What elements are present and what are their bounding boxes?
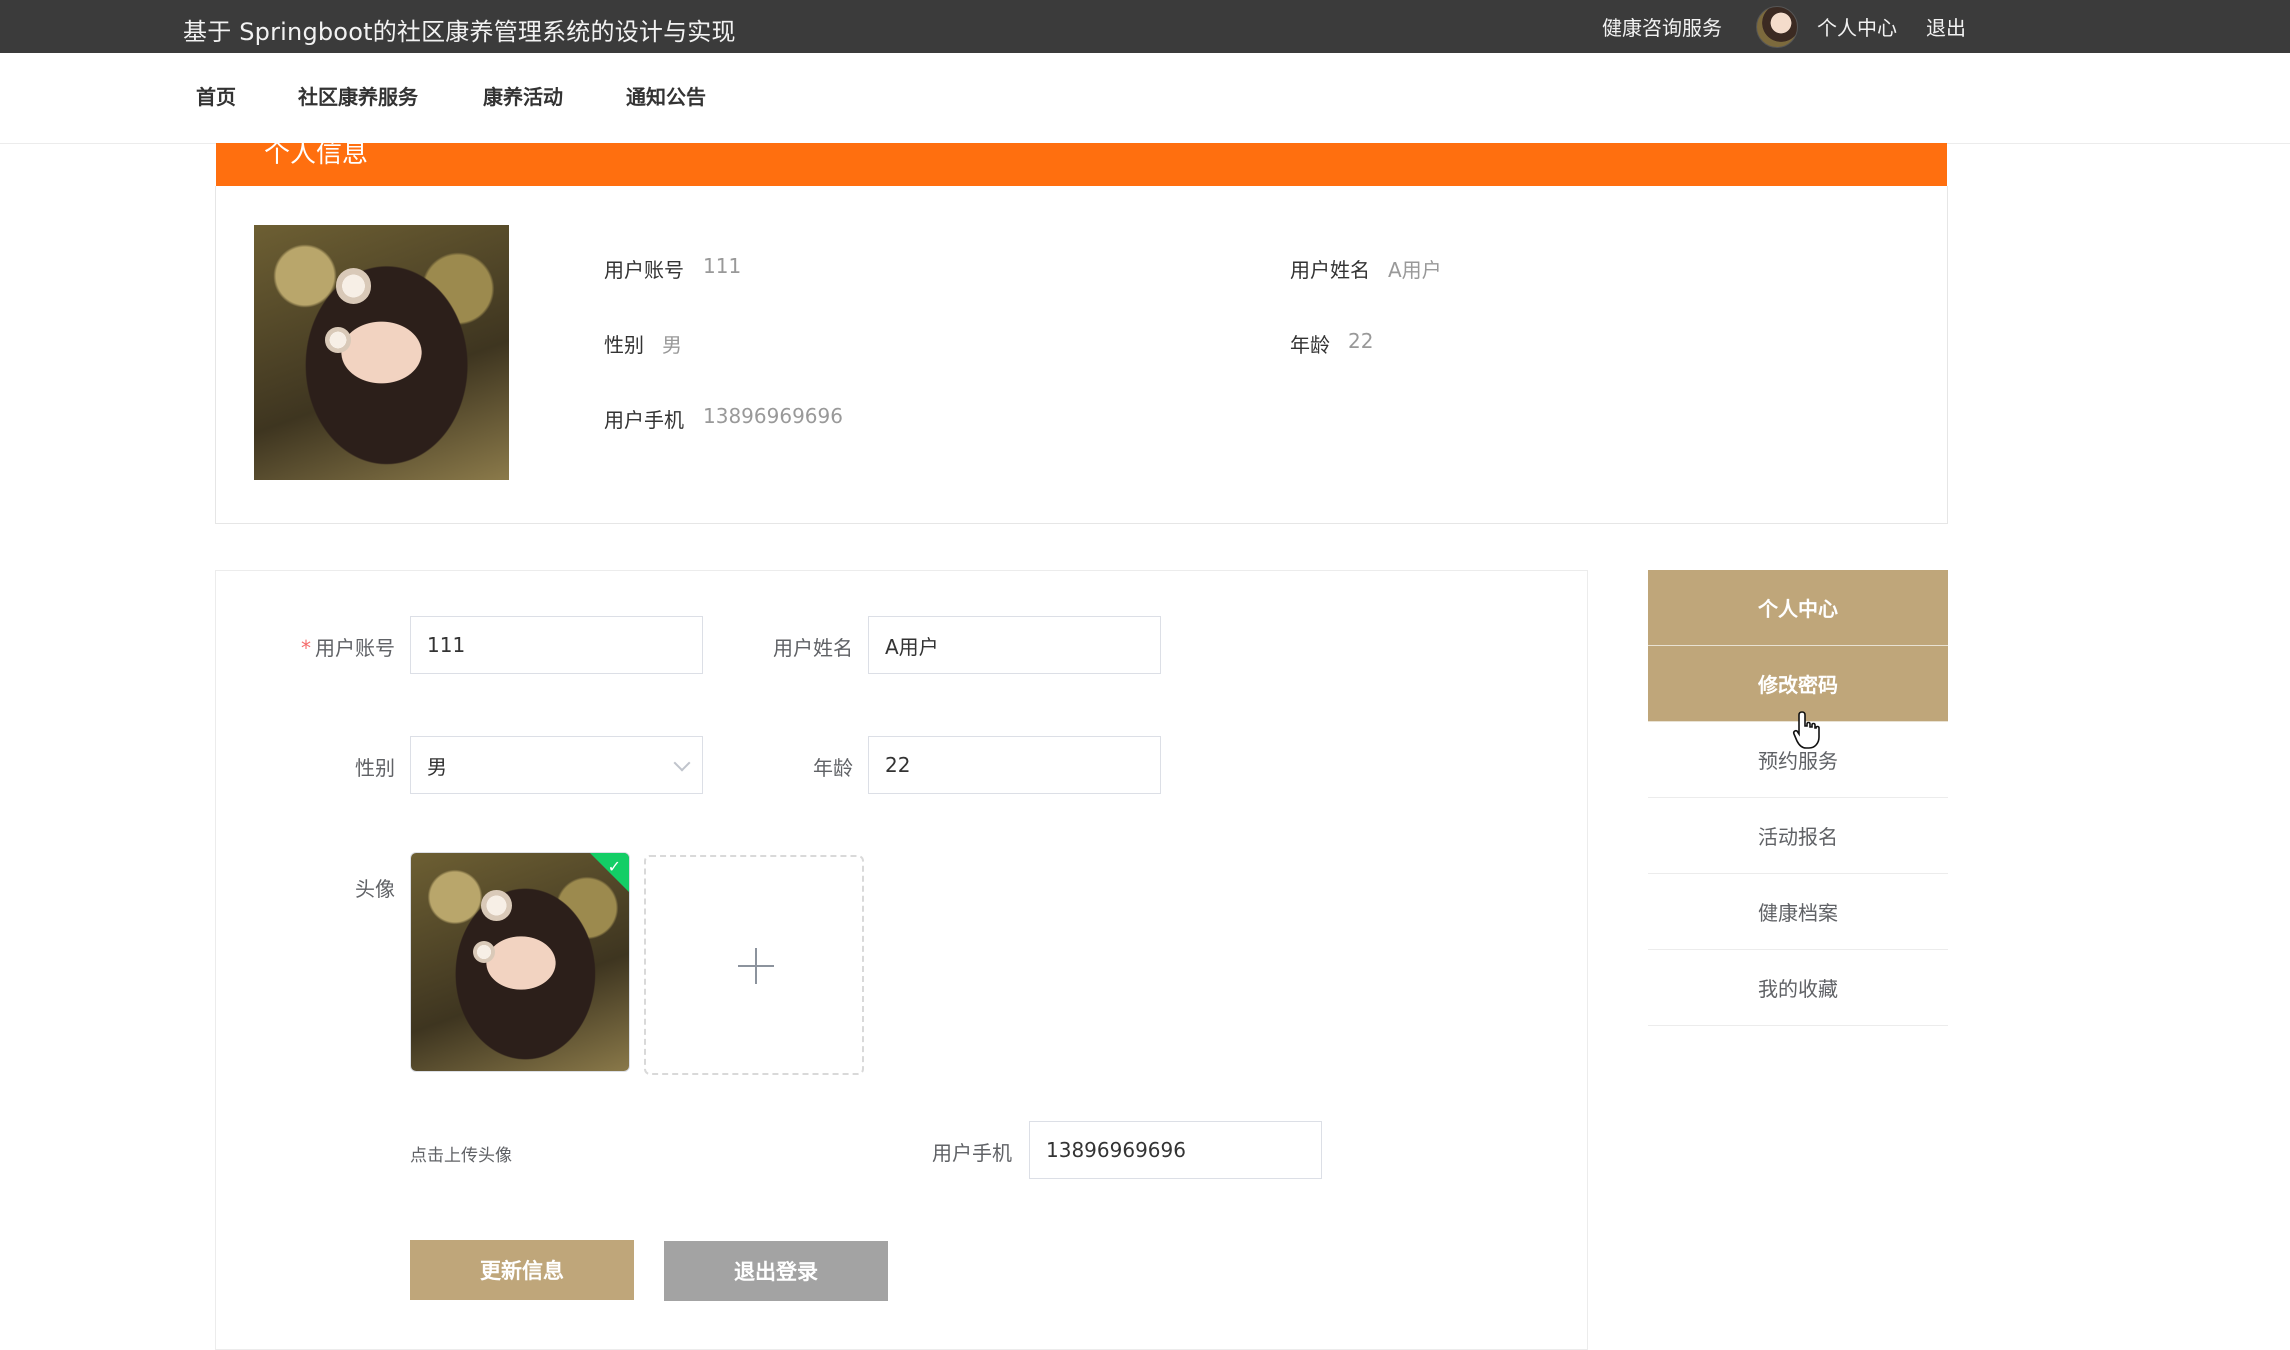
form-avatar-label: 头像: [355, 877, 395, 901]
main-nav: 首页 社区康养服务 康养活动 通知公告: [0, 53, 2290, 144]
form-account-label-text: 用户账号: [315, 636, 395, 660]
side-item-favorites[interactable]: 我的收藏: [1648, 950, 1948, 1026]
info-card: 用户账号 111 用户姓名 A用户 性别 男 年龄 22 用户手机 138969…: [215, 186, 1948, 524]
logout-link[interactable]: 退出: [1926, 12, 1966, 41]
avatar-upload-button[interactable]: [644, 855, 864, 1075]
age-input[interactable]: 22: [868, 736, 1161, 794]
nav-item-notices[interactable]: 通知公告: [626, 81, 706, 110]
account-input[interactable]: 111: [410, 616, 703, 674]
info-section-header: 个人信息: [216, 139, 1947, 186]
info-gender-value: 男: [662, 333, 682, 357]
user-avatar[interactable]: [1756, 5, 1798, 48]
form-name-label: 用户姓名: [773, 636, 853, 660]
plus-icon: [755, 948, 757, 984]
info-account-label: 用户账号: [604, 258, 684, 282]
info-age-label: 年龄: [1290, 333, 1330, 357]
side-item-profile[interactable]: 个人中心: [1648, 570, 1948, 646]
info-phone-value: 13896969696: [703, 404, 843, 428]
health-consult-link[interactable]: 健康咨询服务: [1602, 12, 1722, 41]
site-title: 基于 Springboot的社区康养管理系统的设计与实现: [183, 18, 736, 46]
check-icon: ✓: [607, 857, 621, 876]
logout-button[interactable]: 退出登录: [664, 1241, 888, 1301]
form-gender-label: 性别: [355, 756, 395, 780]
info-phone-label: 用户手机: [604, 408, 684, 432]
info-age-value: 22: [1348, 329, 1374, 353]
update-info-button[interactable]: 更新信息: [410, 1240, 634, 1300]
uploaded-avatar-thumbnail[interactable]: ✓: [410, 852, 630, 1072]
upload-tip: 点击上传头像: [410, 1146, 512, 1166]
side-item-health-record[interactable]: 健康档案: [1648, 874, 1948, 950]
photo-flower: [325, 327, 351, 353]
info-account-value: 111: [703, 254, 742, 278]
required-mark: *: [301, 636, 311, 660]
hand-pointer-icon: [1792, 711, 1820, 749]
photo-flower: [481, 890, 513, 922]
form-phone-label: 用户手机: [932, 1141, 1012, 1165]
top-bar: 基于 Springboot的社区康养管理系统的设计与实现 健康咨询服务 个人中心…: [0, 0, 2290, 53]
nav-item-community-service[interactable]: 社区康养服务: [298, 81, 418, 110]
nav-item-home[interactable]: 首页: [196, 81, 236, 110]
profile-link[interactable]: 个人中心: [1817, 12, 1897, 41]
profile-photo: [254, 225, 509, 480]
uploaded-avatar-image: [411, 853, 629, 1071]
phone-input[interactable]: 13896969696: [1029, 1121, 1322, 1179]
gender-select-value: 男: [427, 754, 447, 779]
photo-flower: [472, 941, 495, 963]
info-name-value: A用户: [1388, 258, 1442, 282]
gender-select[interactable]: 男: [410, 736, 703, 794]
chevron-down-icon: [673, 754, 691, 772]
form-age-label: 年龄: [813, 756, 853, 780]
form-account-label: * 用户账号: [280, 632, 395, 661]
info-name-label: 用户姓名: [1290, 258, 1370, 282]
photo-flower: [335, 268, 372, 305]
side-item-activity-signup[interactable]: 活动报名: [1648, 798, 1948, 874]
info-section-title: 个人信息: [264, 139, 369, 169]
nav-item-activities[interactable]: 康养活动: [483, 81, 563, 110]
name-input[interactable]: A用户: [868, 616, 1161, 674]
info-gender-label: 性别: [604, 333, 644, 357]
